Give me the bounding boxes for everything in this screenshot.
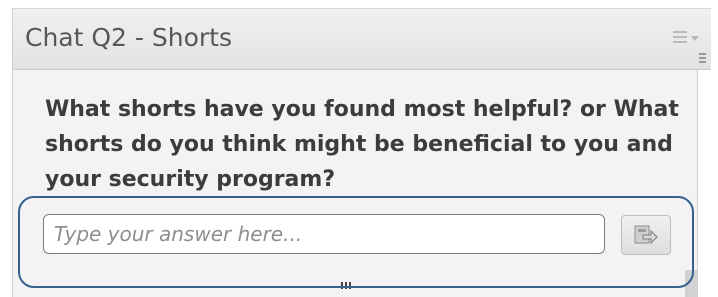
side-scroll-region[interactable] xyxy=(697,70,712,297)
question-text: What shorts have you found most helpful?… xyxy=(45,97,679,192)
side-menu-icon xyxy=(699,53,709,65)
answer-input[interactable] xyxy=(43,214,605,254)
hamburger-menu-icon xyxy=(673,31,687,43)
send-answer-button[interactable] xyxy=(621,215,671,255)
resize-grip-icon[interactable] xyxy=(341,282,355,290)
chevron-down-icon xyxy=(691,36,699,41)
pod-title-bar: Chat Q2 - Shorts xyxy=(13,9,711,70)
pod-options-menu-button[interactable] xyxy=(673,29,701,49)
send-answer-icon xyxy=(634,225,658,245)
pod-content: What shorts have you found most helpful?… xyxy=(13,70,697,297)
pod-title: Chat Q2 - Shorts xyxy=(25,23,232,52)
chat-pod: Chat Q2 - Shorts What shorts have you fo… xyxy=(12,8,712,297)
scrollbar[interactable] xyxy=(685,270,697,297)
